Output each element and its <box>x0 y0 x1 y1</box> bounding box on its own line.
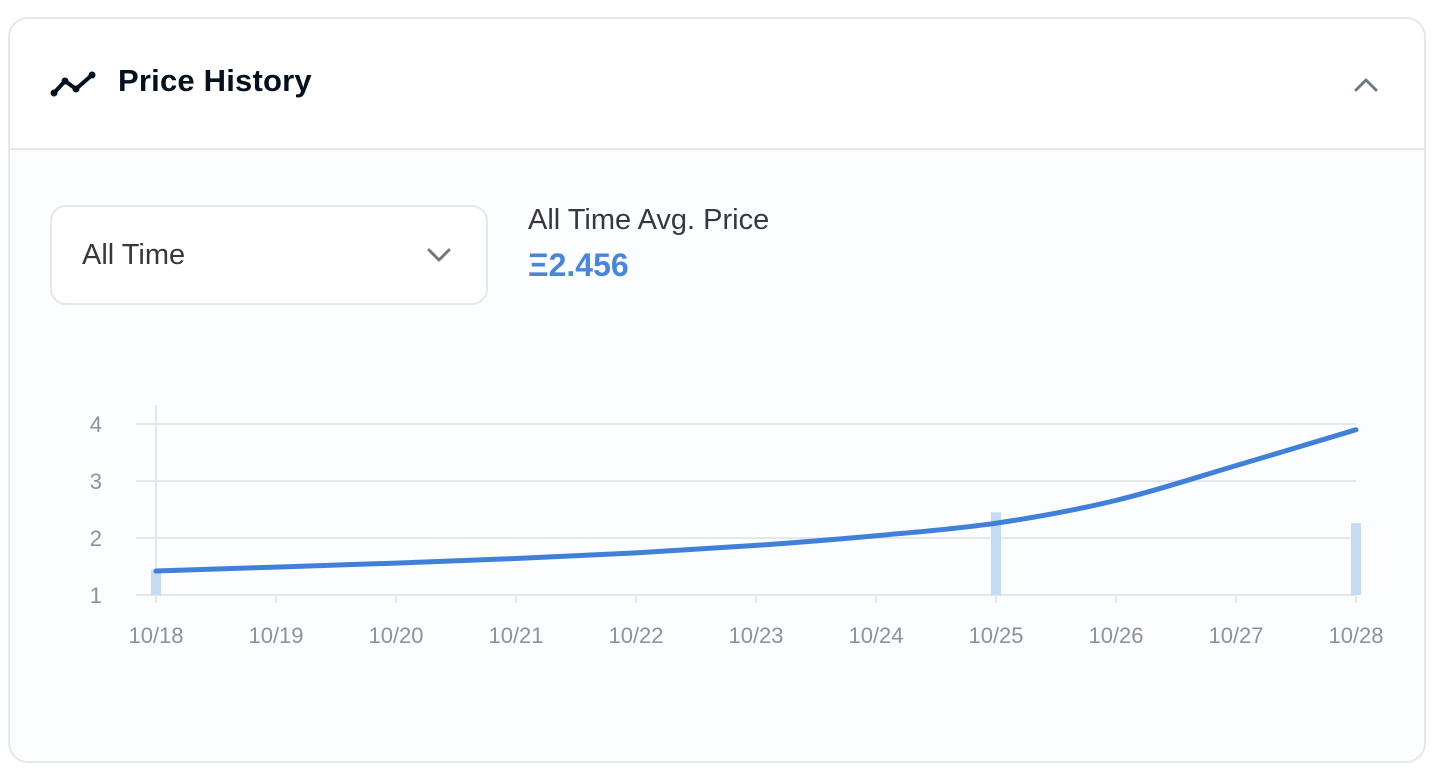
x-tick-label: 10/27 <box>1208 623 1263 648</box>
card-title: Price History <box>118 63 312 98</box>
x-tick-label: 10/18 <box>128 623 183 648</box>
collapse-button[interactable] <box>1348 67 1384 103</box>
avg-price-label: All Time Avg. Price <box>528 204 770 236</box>
avg-price-value: Ξ2.456 <box>528 247 629 283</box>
y-tick-label: 4 <box>90 412 102 437</box>
x-tick-label: 10/20 <box>368 623 423 648</box>
x-tick-label: 10/24 <box>848 623 903 648</box>
volume-bar <box>151 569 161 595</box>
x-tick-label: 10/22 <box>608 623 663 648</box>
x-tick-label: 10/19 <box>248 623 303 648</box>
card-header[interactable]: Price History <box>10 19 1424 150</box>
x-tick-label: 10/25 <box>968 623 1023 648</box>
x-tick-label: 10/26 <box>1088 623 1143 648</box>
chevron-up-icon <box>1354 78 1378 92</box>
y-tick-label: 2 <box>90 526 102 551</box>
time-range-select[interactable]: All Time <box>50 205 488 305</box>
x-tick-label: 10/21 <box>488 623 543 648</box>
x-tick-label: 10/23 <box>728 623 783 648</box>
y-tick-label: 3 <box>90 469 102 494</box>
chevron-down-icon <box>427 248 451 262</box>
volume-bar <box>1351 523 1361 595</box>
y-tick-label: 1 <box>90 583 102 608</box>
x-tick-label: 10/28 <box>1328 623 1383 648</box>
time-range-value: All Time <box>82 239 186 271</box>
price-history-card: Price History All Time All Time Avg. Pri… <box>8 17 1426 763</box>
line-chart-icon <box>50 71 96 97</box>
volume-bar <box>991 512 1001 595</box>
price-line <box>153 427 1359 574</box>
